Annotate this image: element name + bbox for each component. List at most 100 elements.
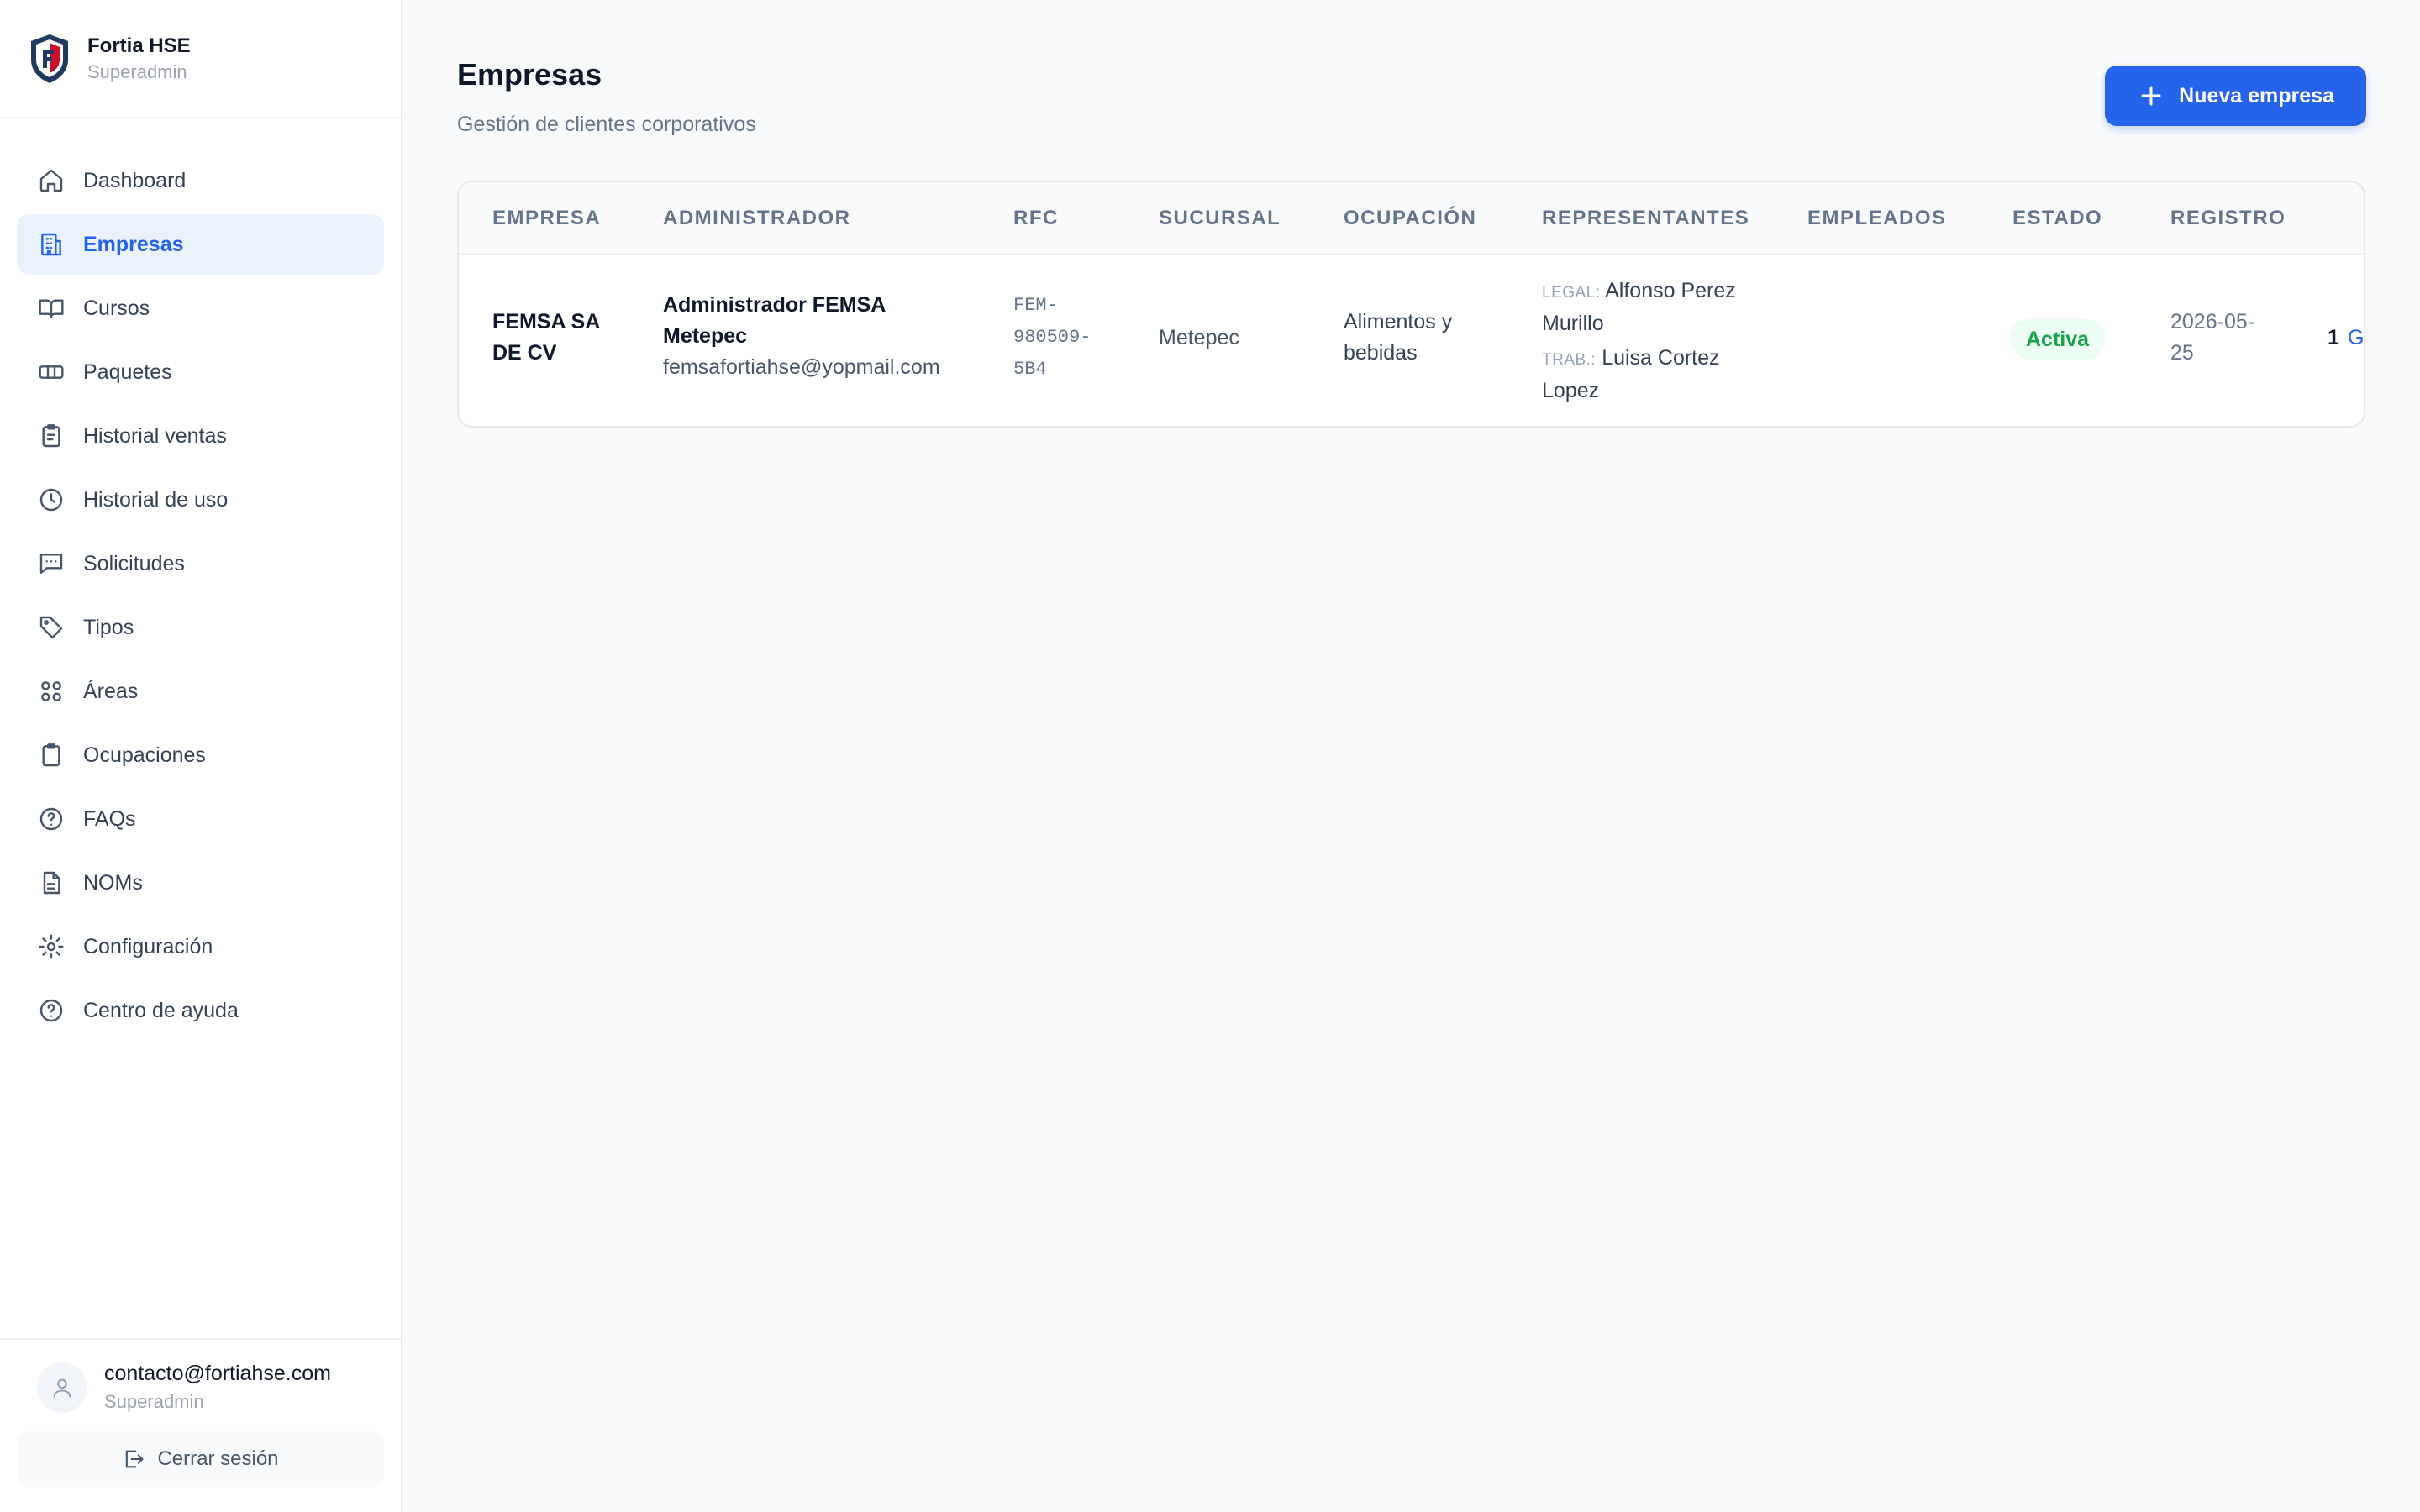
- help-circle-icon: [39, 999, 63, 1022]
- sidebar-item-label: Empresas: [83, 232, 184, 256]
- ocupacion-line: bebidas: [1344, 341, 1418, 365]
- sidebar-item-paquetes[interactable]: Paquetes: [17, 342, 384, 402]
- registro-line: 25: [2170, 341, 2194, 365]
- sidebar-item-noms[interactable]: NOMs: [17, 853, 384, 913]
- brand-role: Superadmin: [87, 60, 187, 82]
- col-ocupacion[interactable]: OCUPACIÓN: [1344, 182, 1476, 255]
- rep-legal: LEGAL: Alfonso Perez: [1542, 276, 1736, 308]
- sidebar-item-label: Centro de ayuda: [83, 998, 239, 1022]
- tag-icon: [39, 616, 63, 639]
- legal-name: Alfonso Perez: [1605, 279, 1736, 302]
- admin-name: Administrador FEMSA: [663, 293, 886, 317]
- rfc-line: 5B4: [1013, 359, 1047, 380]
- cell-empresa: FEMSA SA DE CV: [492, 307, 600, 369]
- table-header: EMPRESA ADMINISTRADOR RFC SUCURSAL OCUPA…: [459, 182, 2364, 255]
- logout-icon: [126, 1450, 145, 1468]
- ticket-icon: [39, 365, 64, 379]
- sidebar-item-label: Cursos: [83, 296, 150, 320]
- col-estado[interactable]: ESTADO: [2012, 182, 2102, 255]
- sidebar-item-label: Tipos: [83, 615, 134, 639]
- trab-name-cont: Lopez: [1542, 379, 1600, 402]
- clipboard-icon: [42, 743, 60, 767]
- col-empresa[interactable]: EMPRESA: [492, 182, 601, 255]
- main-content: Empresas Gestión de clientes corporativo…: [402, 0, 2420, 1512]
- trab-label: TRAB.:: [1542, 351, 1597, 369]
- new-company-label: Nueva empresa: [2179, 83, 2334, 108]
- sidebar-item-dashboard[interactable]: Dashboard: [17, 150, 384, 211]
- sidebar-item-label: Paquetes: [83, 360, 172, 384]
- brand-header: Fortia HSE Superadmin: [0, 0, 401, 118]
- sidebar-nav: Dashboard Empresas Cursos Paquetes Histo…: [0, 118, 401, 1338]
- sidebar-item-faqs[interactable]: FAQs: [17, 789, 384, 849]
- sidebar-item-tipos[interactable]: Tipos: [17, 597, 384, 658]
- legal-label: LEGAL:: [1542, 284, 1601, 302]
- user-role: Superadmin: [104, 1391, 204, 1412]
- sidebar-item-empresas[interactable]: Empresas: [17, 214, 384, 275]
- sidebar-footer: contacto@fortiahse.com Superadmin Cerrar…: [0, 1338, 401, 1512]
- brand-name: Fortia HSE: [87, 34, 191, 57]
- shield-logo-icon: [31, 34, 68, 83]
- user-icon: [53, 1378, 71, 1398]
- col-administrador[interactable]: ADMINISTRADOR: [663, 182, 851, 255]
- admin-email: femsafortiahse@yopmail.com: [663, 355, 940, 379]
- cell-ocupacion: Alimentos y bebidas: [1344, 307, 1452, 369]
- col-empleados[interactable]: EMPLEADOS: [1807, 182, 1947, 255]
- home-icon: [39, 169, 63, 192]
- cell-registro: 2026-05- 25: [2170, 307, 2254, 369]
- sidebar: Fortia HSE Superadmin Dashboard Empresas…: [0, 0, 402, 1512]
- sidebar-item-label: Ocupaciones: [83, 743, 206, 767]
- companies-table: EMPRESA ADMINISTRADOR RFC SUCURSAL OCUPA…: [457, 181, 2365, 428]
- book-icon: [39, 299, 64, 318]
- gear-icon: [39, 934, 64, 959]
- legal-name-cont: Murillo: [1542, 312, 1604, 335]
- plus-icon: [2141, 86, 2161, 106]
- avatar: [37, 1362, 87, 1413]
- user-profile: contacto@fortiahse.com Superadmin: [17, 1362, 384, 1413]
- col-sucursal[interactable]: SUCURSAL: [1159, 182, 1281, 255]
- trab-name: Luisa Cortez: [1602, 346, 1720, 370]
- ocupacion-line: Alimentos y: [1344, 310, 1453, 333]
- sidebar-item-historial-ventas[interactable]: Historial ventas: [17, 406, 384, 466]
- building-icon: [41, 233, 61, 256]
- cell-estado: Activa: [2009, 319, 2107, 360]
- table-row[interactable]: FEMSA SA DE CV Administrador FEMSA Metep…: [459, 255, 2364, 426]
- cell-sucursal: Metepec: [1159, 326, 1239, 349]
- sidebar-item-cursos[interactable]: Cursos: [17, 278, 384, 339]
- sidebar-item-label: FAQs: [83, 806, 136, 831]
- sidebar-item-ocupaciones[interactable]: Ocupaciones: [17, 725, 384, 785]
- new-company-button[interactable]: Nueva empresa: [2105, 66, 2366, 126]
- empresa-line: DE CV: [492, 341, 557, 365]
- logout-button[interactable]: Cerrar sesión: [17, 1431, 384, 1487]
- col-rfc[interactable]: RFC: [1013, 182, 1059, 255]
- message-icon: [39, 554, 63, 574]
- sidebar-item-centro-ayuda[interactable]: Centro de ayuda: [17, 980, 384, 1041]
- sidebar-item-areas[interactable]: Áreas: [17, 661, 384, 722]
- sidebar-item-label: Historial ventas: [83, 423, 227, 448]
- cell-representantes: LEGAL: Alfonso Perez Murillo TRAB.: Luis…: [1542, 276, 1736, 407]
- sidebar-item-solicitudes[interactable]: Solicitudes: [17, 533, 384, 594]
- clipboard-icon: [42, 424, 60, 448]
- user-email: contacto@fortiahse.com: [104, 1362, 331, 1385]
- rfc-line: 980509-: [1013, 327, 1092, 348]
- sidebar-item-historial-uso[interactable]: Historial de uso: [17, 470, 384, 530]
- sidebar-item-label: Historial de uso: [83, 487, 229, 512]
- cell-rfc: FEM- 980509- 5B4: [1013, 290, 1091, 386]
- sidebar-item-label: Dashboard: [83, 168, 187, 192]
- logout-label: Cerrar sesión: [157, 1447, 279, 1470]
- empresa-line: FEMSA SA: [492, 310, 601, 333]
- sidebar-item-label: NOMs: [83, 870, 143, 895]
- sidebar-item-label: Áreas: [83, 679, 139, 703]
- grid-icon: [41, 681, 61, 701]
- col-representantes[interactable]: REPRESENTANTES: [1542, 182, 1749, 255]
- sidebar-item-label: Configuración: [83, 934, 213, 958]
- row-action-link[interactable]: G: [2348, 323, 2364, 354]
- page-header: Empresas Gestión de clientes corporativo…: [457, 0, 2366, 137]
- cell-empleados: 1: [2328, 326, 2339, 349]
- status-badge: Activa: [2009, 319, 2107, 360]
- sidebar-item-label: Solicitudes: [83, 551, 185, 575]
- rfc-line: FEM-: [1013, 295, 1058, 316]
- col-registro[interactable]: REGISTRO: [2170, 182, 2286, 255]
- admin-name-cont: Metepec: [663, 324, 748, 348]
- page-subtitle: Gestión de clientes corporativos: [457, 113, 756, 136]
- sidebar-item-configuracion[interactable]: Configuración: [17, 916, 384, 977]
